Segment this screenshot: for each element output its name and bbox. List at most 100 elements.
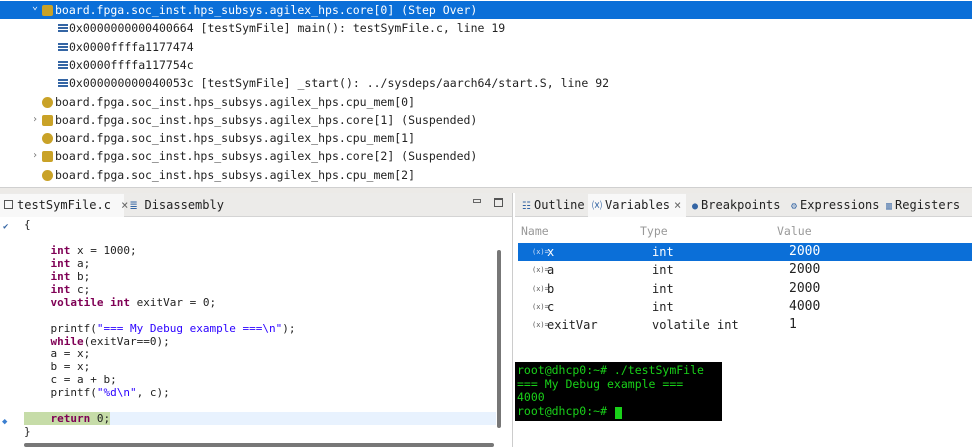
code-line[interactable]: volatile int exitVar = 0; xyxy=(24,296,496,309)
variable-value[interactable]: 2000 xyxy=(789,243,820,261)
variable-value[interactable]: 4000 xyxy=(789,298,820,316)
code-line[interactable] xyxy=(24,399,496,412)
chevron-right-icon[interactable]: › xyxy=(32,111,38,129)
variable-type: int xyxy=(652,245,674,259)
debug-tree-row[interactable]: › board.fpga.soc_inst.hps_subsys.agilex_h… xyxy=(0,147,972,165)
code-line[interactable]: { xyxy=(24,218,496,231)
stack-frame-icon xyxy=(58,24,68,33)
tab-breakpoints[interactable]: ● Breakpoints xyxy=(688,194,781,217)
code-line[interactable]: int b; xyxy=(24,270,496,283)
close-tab-icon[interactable]: × xyxy=(674,198,681,212)
terminal[interactable]: root@dhcp0:~# ./testSymFile === My Debug … xyxy=(515,362,722,421)
code-line[interactable]: int a; xyxy=(24,257,496,270)
debug-tree-row[interactable]: ⌄ board.fpga.soc_inst.hps_subsys.agilex_h… xyxy=(0,1,972,19)
code-line[interactable]: c = a + b; xyxy=(24,373,496,386)
tab-label: Outline xyxy=(533,198,585,212)
terminal-cursor xyxy=(615,407,622,419)
code-line[interactable] xyxy=(24,309,496,322)
debug-tree-row[interactable]: board.fpga.soc_inst.hps_subsys.agilex_hp… xyxy=(0,93,972,111)
variable-name: x xyxy=(547,245,555,259)
tab-outline[interactable]: ☷ Outline xyxy=(518,194,585,217)
debug-tree-row[interactable]: 0x0000000000400664 [testSymFile] main():… xyxy=(0,19,972,37)
variable-name: c xyxy=(547,299,555,314)
debug-tree-label: 0x0000ffffa117754c xyxy=(69,57,194,72)
tab-label: Breakpoints xyxy=(701,198,781,212)
code-line[interactable]: b = x; xyxy=(24,360,496,373)
code-line[interactable]: int c; xyxy=(24,283,496,296)
debug-tree-row[interactable]: board.fpga.soc_inst.hps_subsys.agilex_hp… xyxy=(0,129,972,147)
thread-icon xyxy=(42,5,53,16)
stack-frame-icon xyxy=(58,79,68,88)
variable-row[interactable]: (x)= c int 4000 xyxy=(518,298,972,316)
minimize-icon[interactable] xyxy=(473,199,481,203)
tab-disassembly[interactable]: ≣ Disassembly xyxy=(126,194,224,217)
variable-value[interactable]: 1 xyxy=(789,316,797,334)
variable-name: exitVar xyxy=(547,318,598,333)
stack-frame-icon xyxy=(58,42,68,51)
debug-tree-row[interactable]: board.fpga.soc_inst.hps_subsys.agilex_hp… xyxy=(0,166,972,184)
code-line[interactable]: int x = 1000; xyxy=(24,244,496,257)
debug-tree-label: board.fpga.soc_inst.hps_subsys.agilex_hp… xyxy=(55,94,416,109)
editor-pane: testSymFile.c × ≣ Disassembly ✔ ◆ int ma… xyxy=(0,193,513,447)
tab-testsymfile-c[interactable]: testSymFile.c × xyxy=(0,194,128,217)
horizontal-scrollbar[interactable] xyxy=(24,443,494,447)
debug-tree-label: 0x0000ffffa1177474 xyxy=(69,39,194,54)
variable-type: int xyxy=(652,281,674,296)
breakpoints-icon: ● xyxy=(692,201,699,212)
debug-tree-row[interactable]: 0x000000000040053c [testSymFile] _start(… xyxy=(0,74,972,92)
tab-label: Expressions xyxy=(800,198,880,212)
outline-icon: ☷ xyxy=(522,201,531,212)
tab-registers[interactable]: ▥ Registers xyxy=(882,194,960,217)
debug-tree-label: board.fpga.soc_inst.hps_subsys.agilex_hp… xyxy=(55,131,416,146)
variable-row[interactable]: (x)= a int 2000 xyxy=(518,261,972,279)
debug-tree-label: 0x0000000000400664 [testSymFile] main():… xyxy=(69,21,506,36)
code-editor[interactable]: int main(){ int x = 1000; int a; int b; … xyxy=(24,217,496,447)
code-line[interactable]: return 0; xyxy=(24,412,496,426)
maximize-icon[interactable] xyxy=(494,198,503,207)
memory-context-icon xyxy=(42,96,53,108)
variable-type: volatile int xyxy=(652,318,739,333)
ruler-annotation-icon: ✔ xyxy=(3,222,9,232)
code-line[interactable]: } xyxy=(24,425,496,438)
chevron-right-icon[interactable]: › xyxy=(32,147,38,165)
tab-variables[interactable]: ⒳ Variables × xyxy=(588,194,686,217)
debug-tree-label: 0x000000000040053c [testSymFile] _start(… xyxy=(69,76,610,91)
editor-tab-bar: testSymFile.c × ≣ Disassembly xyxy=(0,193,512,217)
instruction-pointer-icon: ◆ xyxy=(2,417,8,427)
stack-frame-icon xyxy=(58,60,68,69)
vertical-scrollbar[interactable] xyxy=(497,250,501,428)
variable-row[interactable]: (x)= exitVar volatile int 1 xyxy=(518,316,972,334)
chevron-down-icon[interactable]: ⌄ xyxy=(32,0,38,16)
code-line[interactable]: a = x; xyxy=(24,347,496,360)
debug-tree-row[interactable]: › board.fpga.soc_inst.hps_subsys.agilex_h… xyxy=(0,111,972,129)
memory-context-icon xyxy=(42,133,53,145)
tab-label: Disassembly xyxy=(144,198,224,212)
column-header-value[interactable]: Value xyxy=(777,224,812,238)
thread-icon xyxy=(42,151,53,163)
code-line[interactable]: printf("=== My Debug example ===\n"); xyxy=(24,322,496,335)
column-header-type[interactable]: Type xyxy=(640,224,668,238)
views-tab-bar: ☷ Outline ⒳ Variables × ● Breakpoints ⚙ Expressi… xyxy=(515,193,972,217)
variable-row[interactable]: (x)= b int 2000 xyxy=(518,280,972,298)
thread-icon xyxy=(42,114,53,126)
variable-value[interactable]: 2000 xyxy=(789,261,820,279)
column-header-name[interactable]: Name xyxy=(521,224,549,238)
terminal-line: root@dhcp0:~# ./testSymFile xyxy=(517,363,704,377)
code-line[interactable] xyxy=(24,231,496,244)
tab-label: testSymFile.c xyxy=(17,198,111,212)
debug-tree-label: board.fpga.soc_inst.hps_subsys.agilex_hp… xyxy=(55,167,416,182)
tab-label: Variables xyxy=(605,198,671,212)
code-line[interactable]: printf("%d\n", c); xyxy=(24,386,496,399)
code-line[interactable]: while(exitVar==0); xyxy=(24,335,496,348)
tab-expressions[interactable]: ⚙ Expressions xyxy=(787,194,880,217)
debug-tree-row[interactable]: 0x0000ffffa117754c xyxy=(0,56,972,74)
disassembly-icon: ≣ xyxy=(130,198,138,212)
variable-value[interactable]: 2000 xyxy=(789,280,820,298)
debug-tree-row[interactable]: 0x0000ffffa1177474 xyxy=(0,38,972,56)
terminal-line: === My Debug example === xyxy=(517,376,684,391)
variable-row[interactable]: (x)= x int 2000 xyxy=(518,243,972,261)
expressions-icon: ⚙ xyxy=(791,201,798,212)
registers-icon: ▥ xyxy=(886,201,893,212)
file-icon xyxy=(4,200,13,209)
terminal-line: 4000 xyxy=(517,390,545,405)
